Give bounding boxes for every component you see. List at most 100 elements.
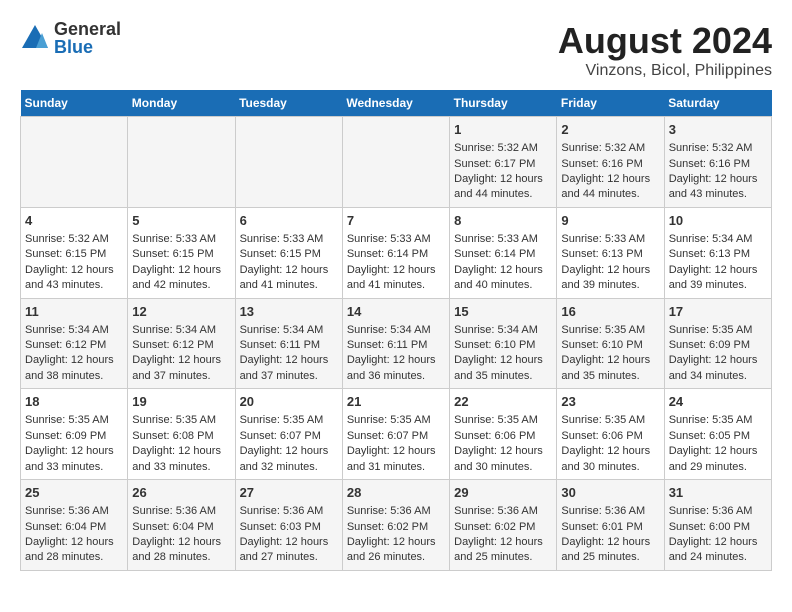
day-info: Daylight: 12 hours and 25 minutes. bbox=[561, 535, 659, 566]
calendar-cell: 31Sunrise: 5:36 AMSunset: 6:00 PMDayligh… bbox=[664, 480, 771, 571]
day-info: Sunset: 6:15 PM bbox=[240, 247, 338, 262]
day-number: 23 bbox=[561, 393, 659, 411]
day-number: 27 bbox=[240, 484, 338, 502]
calendar-cell: 6Sunrise: 5:33 AMSunset: 6:15 PMDaylight… bbox=[235, 207, 342, 298]
calendar-cell: 20 Sunrise: 5:35 AMSunset: 6:07 PMDayligh… bbox=[235, 389, 342, 480]
day-info: Daylight: 12 hours and 25 minutes. bbox=[454, 535, 552, 566]
day-info: Daylight: 12 hours and 26 minutes. bbox=[347, 535, 445, 566]
day-number: 5 bbox=[132, 212, 230, 230]
calendar-cell: 30 Sunrise: 5:36 AMSunset: 6:01 PMDayligh… bbox=[557, 480, 664, 571]
day-info: Sunrise: 5:34 AM bbox=[132, 323, 230, 338]
day-info: Sunset: 6:02 PM bbox=[347, 520, 445, 535]
calendar-cell: 14 Sunrise: 5:34 AMSunset: 6:11 PMDayligh… bbox=[342, 298, 449, 389]
weekday-header-sunday: Sunday bbox=[21, 90, 128, 117]
day-number: 25 bbox=[25, 484, 123, 502]
day-info: Sunrise: 5:33 AM bbox=[240, 232, 338, 247]
day-info: Daylight: 12 hours and 41 minutes. bbox=[347, 263, 445, 294]
weekday-header-monday: Monday bbox=[128, 90, 235, 117]
calendar-table: SundayMondayTuesdayWednesdayThursdayFrid… bbox=[20, 90, 772, 571]
day-info: Daylight: 12 hours and 30 minutes. bbox=[454, 444, 552, 475]
day-info: Sunrise: 5:33 AM bbox=[561, 232, 659, 247]
day-info: Daylight: 12 hours and 24 minutes. bbox=[669, 535, 767, 566]
day-number: 15 bbox=[454, 303, 552, 321]
day-info: Daylight: 12 hours and 35 minutes. bbox=[561, 353, 659, 384]
day-info: Daylight: 12 hours and 33 minutes. bbox=[25, 444, 123, 475]
day-info: Sunrise: 5:35 AM bbox=[347, 413, 445, 428]
day-info: Sunset: 6:15 PM bbox=[25, 247, 123, 262]
day-number: 14 bbox=[347, 303, 445, 321]
day-info: Sunrise: 5:34 AM bbox=[25, 323, 123, 338]
calendar-cell: 10Sunrise: 5:34 AMSunset: 6:13 PMDayligh… bbox=[664, 207, 771, 298]
day-info: Daylight: 12 hours and 29 minutes. bbox=[669, 444, 767, 475]
day-info: Sunrise: 5:35 AM bbox=[669, 413, 767, 428]
day-info: Sunset: 6:04 PM bbox=[132, 520, 230, 535]
day-info: Daylight: 12 hours and 27 minutes. bbox=[240, 535, 338, 566]
day-info: Sunrise: 5:34 AM bbox=[240, 323, 338, 338]
calendar-header: SundayMondayTuesdayWednesdayThursdayFrid… bbox=[21, 90, 772, 117]
day-info: Sunset: 6:04 PM bbox=[25, 520, 123, 535]
day-info: Daylight: 12 hours and 44 minutes. bbox=[454, 172, 552, 203]
weekday-header-saturday: Saturday bbox=[664, 90, 771, 117]
day-info: Daylight: 12 hours and 38 minutes. bbox=[25, 353, 123, 384]
day-info: Daylight: 12 hours and 28 minutes. bbox=[132, 535, 230, 566]
calendar-cell: 16Sunrise: 5:35 AMSunset: 6:10 PMDayligh… bbox=[557, 298, 664, 389]
day-number: 29 bbox=[454, 484, 552, 502]
day-info: Sunset: 6:13 PM bbox=[669, 247, 767, 262]
day-info: Sunset: 6:15 PM bbox=[132, 247, 230, 262]
calendar-cell: 11Sunrise: 5:34 AMSunset: 6:12 PMDayligh… bbox=[21, 298, 128, 389]
day-info: Sunset: 6:01 PM bbox=[561, 520, 659, 535]
logo-blue: Blue bbox=[54, 38, 121, 56]
day-info: Daylight: 12 hours and 31 minutes. bbox=[347, 444, 445, 475]
calendar-cell: 15Sunrise: 5:34 AMSunset: 6:10 PMDayligh… bbox=[450, 298, 557, 389]
calendar-cell: 21Sunrise: 5:35 AMSunset: 6:07 PMDayligh… bbox=[342, 389, 449, 480]
day-info: Daylight: 12 hours and 34 minutes. bbox=[669, 353, 767, 384]
weekday-header-tuesday: Tuesday bbox=[235, 90, 342, 117]
calendar-week-1: 1Sunrise: 5:32 AMSunset: 6:17 PMDaylight… bbox=[21, 117, 772, 208]
day-info: Daylight: 12 hours and 32 minutes. bbox=[240, 444, 338, 475]
day-info: Daylight: 12 hours and 35 minutes. bbox=[454, 353, 552, 384]
day-info: Daylight: 12 hours and 36 minutes. bbox=[347, 353, 445, 384]
calendar-week-5: 25Sunrise: 5:36 AMSunset: 6:04 PMDayligh… bbox=[21, 480, 772, 571]
day-number: 11 bbox=[25, 303, 123, 321]
day-number: 24 bbox=[669, 393, 767, 411]
weekday-header-wednesday: Wednesday bbox=[342, 90, 449, 117]
day-number: 20 bbox=[240, 393, 338, 411]
calendar-cell: 12Sunrise: 5:34 AMSunset: 6:12 PMDayligh… bbox=[128, 298, 235, 389]
day-info: Sunrise: 5:35 AM bbox=[561, 413, 659, 428]
day-info: Daylight: 12 hours and 43 minutes. bbox=[25, 263, 123, 294]
day-info: Sunset: 6:07 PM bbox=[347, 429, 445, 444]
calendar-week-3: 11Sunrise: 5:34 AMSunset: 6:12 PMDayligh… bbox=[21, 298, 772, 389]
day-info: Daylight: 12 hours and 41 minutes. bbox=[240, 263, 338, 294]
day-number: 4 bbox=[25, 212, 123, 230]
calendar-week-4: 18Sunrise: 5:35 AMSunset: 6:09 PMDayligh… bbox=[21, 389, 772, 480]
day-number: 31 bbox=[669, 484, 767, 502]
day-info: Sunrise: 5:35 AM bbox=[454, 413, 552, 428]
calendar-cell: 7Sunrise: 5:33 AMSunset: 6:14 PMDaylight… bbox=[342, 207, 449, 298]
day-info: Sunrise: 5:35 AM bbox=[240, 413, 338, 428]
day-info: Sunrise: 5:34 AM bbox=[347, 323, 445, 338]
day-number: 30 bbox=[561, 484, 659, 502]
calendar-subtitle: Vinzons, Bicol, Philippines bbox=[558, 62, 772, 80]
calendar-cell bbox=[128, 117, 235, 208]
day-info: Sunset: 6:10 PM bbox=[561, 338, 659, 353]
day-info: Sunset: 6:17 PM bbox=[454, 157, 552, 172]
day-info: Daylight: 12 hours and 30 minutes. bbox=[561, 444, 659, 475]
calendar-cell: 18Sunrise: 5:35 AMSunset: 6:09 PMDayligh… bbox=[21, 389, 128, 480]
title-block: August 2024 Vinzons, Bicol, Philippines bbox=[558, 20, 772, 80]
day-info: Sunrise: 5:36 AM bbox=[240, 504, 338, 519]
day-number: 28 bbox=[347, 484, 445, 502]
calendar-cell: 13Sunrise: 5:34 AMSunset: 6:11 PMDayligh… bbox=[235, 298, 342, 389]
day-number: 2 bbox=[561, 121, 659, 139]
calendar-cell: 1Sunrise: 5:32 AMSunset: 6:17 PMDaylight… bbox=[450, 117, 557, 208]
logo: General Blue bbox=[20, 20, 121, 56]
day-info: Sunrise: 5:36 AM bbox=[561, 504, 659, 519]
day-info: Sunset: 6:11 PM bbox=[347, 338, 445, 353]
calendar-cell: 5Sunrise: 5:33 AMSunset: 6:15 PMDaylight… bbox=[128, 207, 235, 298]
day-info: Sunrise: 5:32 AM bbox=[454, 141, 552, 156]
calendar-cell: 26Sunrise: 5:36 AMSunset: 6:04 PMDayligh… bbox=[128, 480, 235, 571]
day-info: Sunset: 6:14 PM bbox=[454, 247, 552, 262]
day-info: Sunset: 6:08 PM bbox=[132, 429, 230, 444]
day-info: Sunset: 6:07 PM bbox=[240, 429, 338, 444]
weekday-row: SundayMondayTuesdayWednesdayThursdayFrid… bbox=[21, 90, 772, 117]
day-info: Sunrise: 5:33 AM bbox=[132, 232, 230, 247]
